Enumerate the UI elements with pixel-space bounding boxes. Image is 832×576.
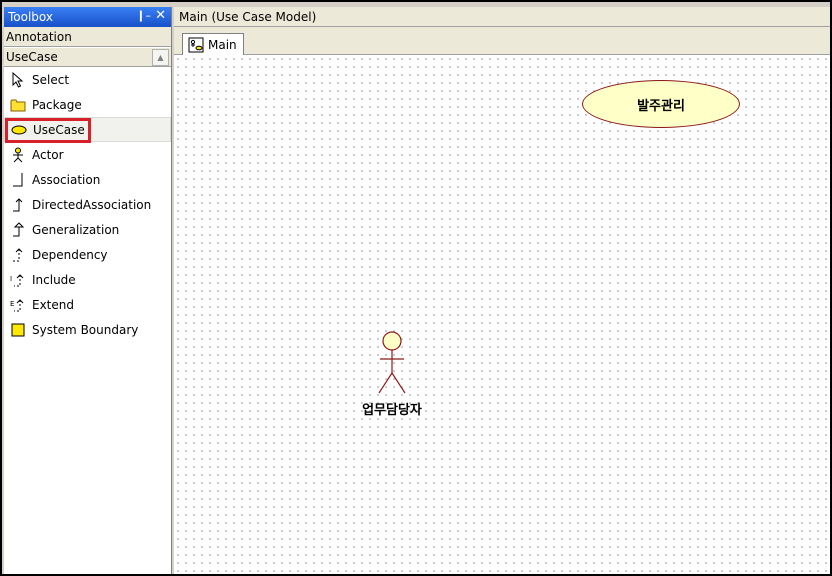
diagram-icon [188,37,204,53]
close-icon[interactable]: ✕ [155,8,166,23]
diagram-canvas[interactable]: 발주관리 업무담당자 [174,55,830,574]
include-icon: I [10,272,26,288]
actor-figure[interactable] [374,331,410,395]
toolbox-item-label: Dependency [32,247,108,262]
toolbox-item-system-boundary[interactable]: System Boundary [4,317,171,342]
toolbox-titlebar: Toolbox ❙– ✕ [4,7,171,27]
diagram-title: Main (Use Case Model) [179,9,317,24]
svg-text:E: E [10,300,14,308]
svg-text:I: I [10,275,12,283]
tab-label: Main [208,38,237,52]
toolbox-item-dependency[interactable]: Dependency [4,242,171,267]
application-window: Toolbox ❙– ✕ Annotation UseCase ▲ Select… [0,0,832,576]
actor-label: 업무담당자 [362,403,422,418]
section-usecase[interactable]: UseCase ▲ [4,47,171,67]
selection-highlight [5,118,91,143]
toolbox-item-label: Generalization [32,222,120,237]
toolbox-item-select[interactable]: Select [4,67,171,92]
extend-icon: E [10,297,26,313]
section-label: UseCase [6,50,58,64]
usecase-ellipse[interactable]: 발주관리 [582,80,740,128]
system-boundary-icon [10,322,26,338]
diagram-panel: Main (Use Case Model) Main 발주관리 업무담당자 [174,7,830,574]
toolbox-item-label: DirectedAssociation [32,197,152,212]
toolbox-item-list: Select Package UseCase Actor Association… [4,67,171,342]
toolbox-item-label: Include [32,272,76,287]
toolbox-item-label: Actor [32,147,64,162]
toolbox-item-generalization[interactable]: Generalization [4,217,171,242]
toolbox-item-label: Association [32,172,101,187]
section-annotation[interactable]: Annotation [4,27,171,47]
toolbox-item-actor[interactable]: Actor [4,142,171,167]
toolbox-panel: Toolbox ❙– ✕ Annotation UseCase ▲ Select… [4,7,172,574]
directed-association-icon [10,197,26,213]
tab-bar: Main [174,27,830,56]
toolbox-item-directed-association[interactable]: DirectedAssociation [4,192,171,217]
package-icon [10,97,26,113]
generalization-icon [10,221,26,238]
toolbox-item-package[interactable]: Package [4,92,171,117]
toolbox-item-label: Package [32,97,82,112]
dependency-icon [10,247,26,263]
toolbox-item-label: Select [32,72,70,87]
association-icon [10,172,26,188]
section-label: Annotation [6,29,72,44]
pointer-icon [10,71,26,88]
toolbox-item-association[interactable]: Association [4,167,171,192]
toolbox-item-usecase[interactable]: UseCase [4,117,171,143]
toolbox-item-label: Extend [32,297,74,312]
actor-icon [10,147,26,163]
usecase-label: 발주관리 [637,98,685,114]
toolbox-title: Toolbox [8,10,53,24]
diagram-titlebar: Main (Use Case Model) [174,7,830,27]
toolbox-item-include[interactable]: I Include [4,267,171,292]
toolbox-item-label: System Boundary [32,322,139,337]
tab-main[interactable]: Main [182,33,244,56]
toolbox-item-extend[interactable]: E Extend [4,292,171,317]
scroll-up-button[interactable]: ▲ [152,49,169,66]
pin-icon[interactable]: ❙– [136,9,151,22]
